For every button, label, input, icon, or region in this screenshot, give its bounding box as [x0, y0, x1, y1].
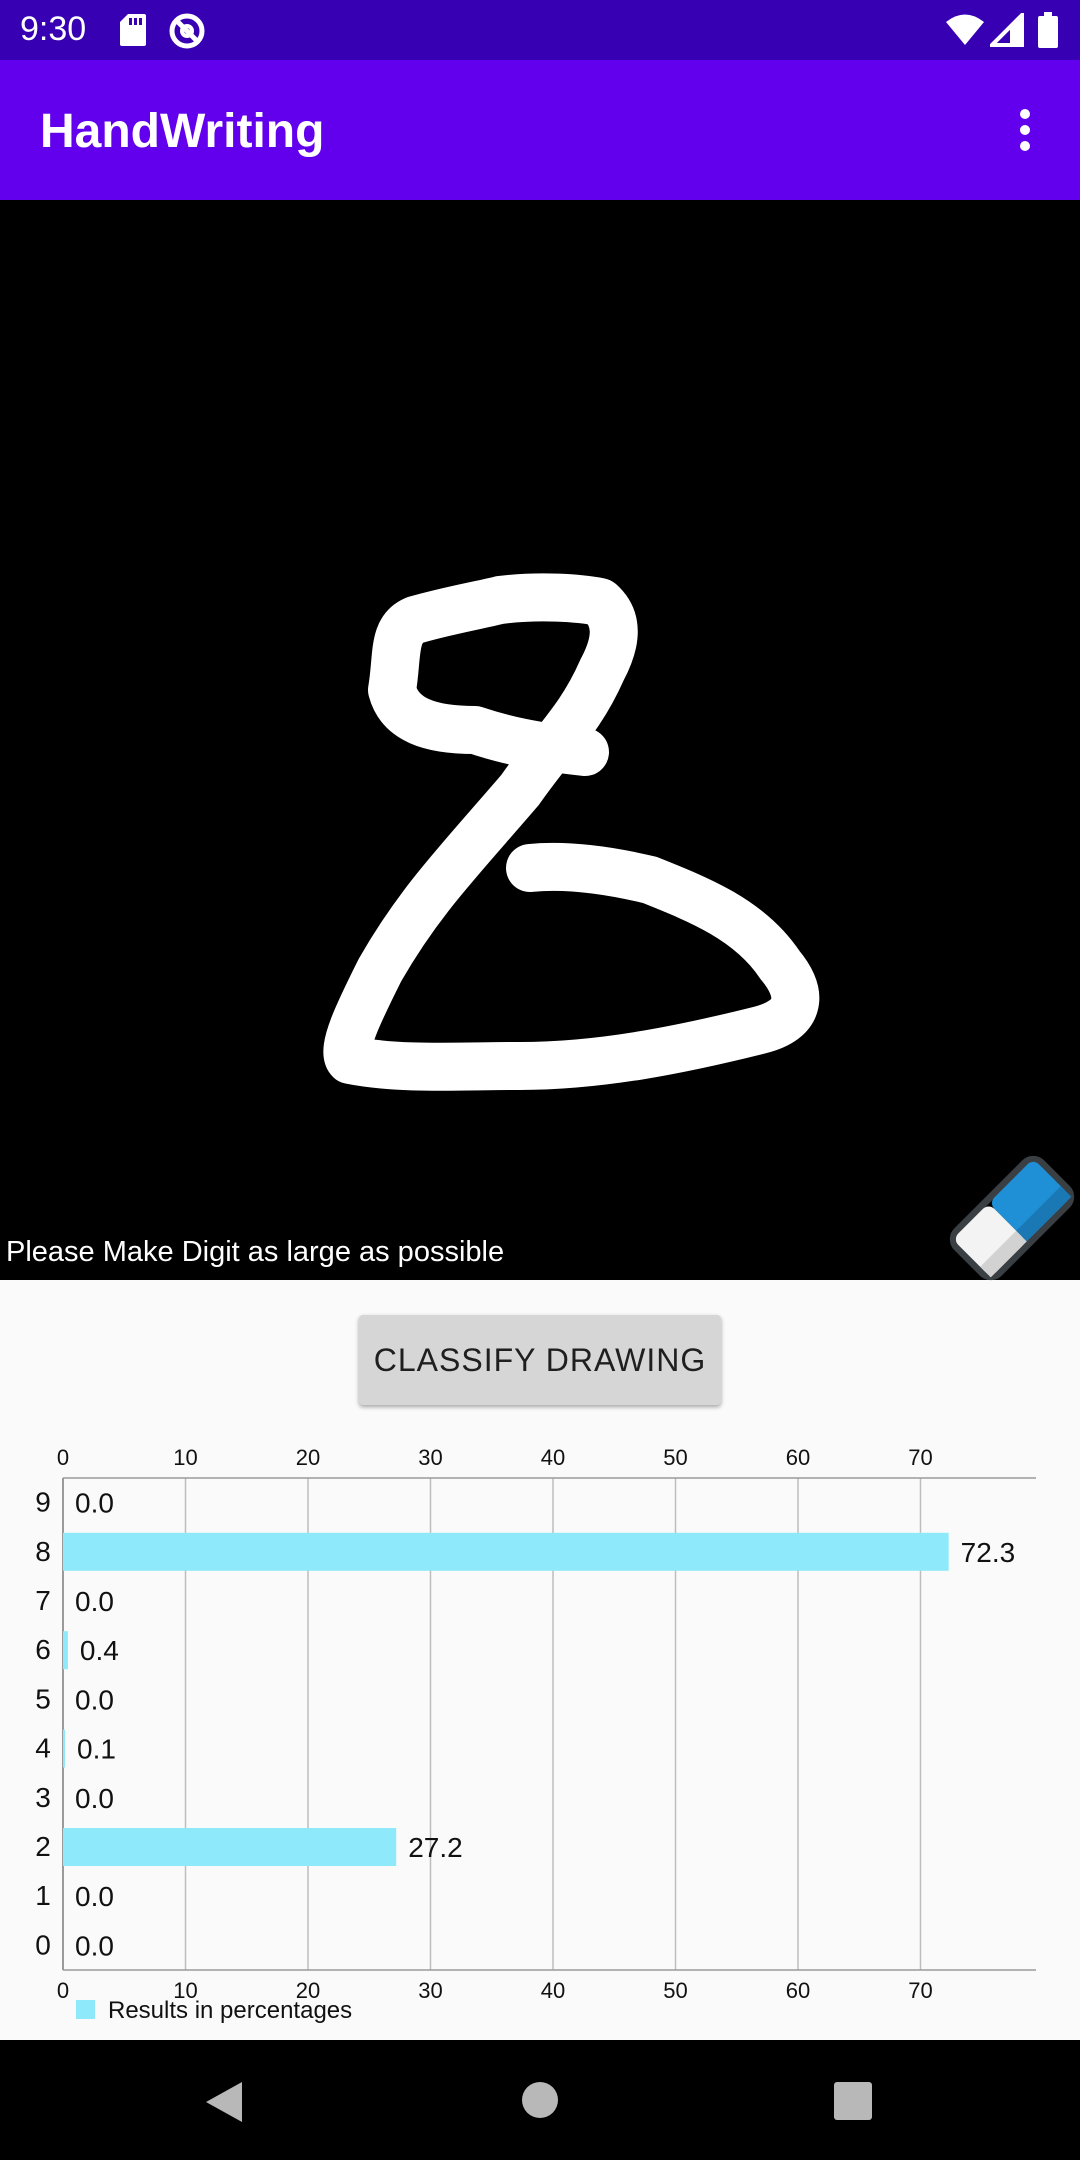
bar: [63, 1729, 65, 1768]
drawn-digit: [323, 573, 820, 1091]
results-chart: 0010102020303040405050606070700 0.01 0.02 2…: [35, 1445, 1036, 2024]
category-label: 9: [35, 1487, 51, 1518]
app-title: HandWriting: [40, 105, 325, 158]
legend-label: Results in percentages: [108, 1997, 352, 2024]
signal-icon: [990, 13, 1024, 47]
value-label: 72.3: [961, 1537, 1016, 1568]
status-time: 9:30: [20, 10, 87, 48]
sync-icon: [169, 13, 205, 49]
value-label: 0.0: [75, 1881, 114, 1912]
x-tick-label-top: 40: [541, 1445, 565, 1470]
value-label: 0.0: [75, 1930, 114, 1961]
x-tick-label-top: 20: [296, 1445, 320, 1470]
bar: [63, 1631, 68, 1670]
bar: [63, 1828, 397, 1866]
x-tick-label-top: 60: [786, 1445, 810, 1470]
eraser-icon[interactable]: [944, 1150, 1080, 1286]
value-label: 0.0: [75, 1684, 114, 1715]
battery-icon: [1038, 12, 1058, 48]
value-label: 0.0: [75, 1586, 114, 1617]
canvas-hint: Please Make Digit as large as possible: [6, 1236, 505, 1268]
x-tick-label-bottom: 0: [57, 1978, 69, 2003]
category-label: 4: [35, 1733, 51, 1764]
bar: [63, 1532, 949, 1571]
home-icon[interactable]: [520, 2080, 560, 2120]
x-tick-label-bottom: 70: [908, 1978, 932, 2003]
value-label: 0.1: [77, 1734, 116, 1765]
category-label: 0: [35, 1929, 51, 1960]
category-label: 1: [35, 1880, 51, 1911]
legend-swatch: [76, 2000, 95, 2019]
drawing-canvas[interactable]: Please Make Digit as large as possible: [0, 200, 1080, 1281]
x-tick-label-bottom: 50: [663, 1978, 687, 2003]
category-label: 2: [35, 1831, 51, 1862]
category-label: 7: [35, 1585, 51, 1616]
category-label: 3: [35, 1782, 51, 1813]
x-tick-label-bottom: 40: [541, 1978, 565, 2003]
x-tick-label-top: 10: [173, 1445, 197, 1470]
x-tick-label-top: 0: [57, 1445, 69, 1470]
app-bar: HandWriting: [0, 60, 1080, 200]
value-label: 0.0: [75, 1783, 114, 1814]
navigation-bar: [0, 2040, 1080, 2160]
category-label: 8: [35, 1536, 51, 1567]
recents-icon[interactable]: [834, 2082, 872, 2120]
status-bar: 9:30: [0, 0, 1080, 60]
category-label: 6: [35, 1634, 51, 1665]
x-tick-label-top: 30: [418, 1445, 442, 1470]
classify-drawing-button[interactable]: CLASSIFY DRAWING: [359, 1315, 721, 1405]
category-label: 5: [35, 1683, 51, 1714]
x-tick-label-top: 50: [663, 1445, 687, 1470]
x-tick-label-bottom: 60: [786, 1978, 810, 2003]
wifi-icon: [946, 14, 984, 45]
back-icon[interactable]: [204, 2080, 244, 2124]
sd-card-icon: [120, 14, 146, 46]
value-label: 0.4: [80, 1635, 119, 1666]
value-label: 0.0: [75, 1488, 114, 1519]
x-tick-label-top: 70: [908, 1445, 932, 1470]
value-label: 27.2: [408, 1832, 463, 1863]
x-tick-label-bottom: 30: [418, 1978, 442, 2003]
overflow-menu-icon[interactable]: [1008, 106, 1042, 154]
